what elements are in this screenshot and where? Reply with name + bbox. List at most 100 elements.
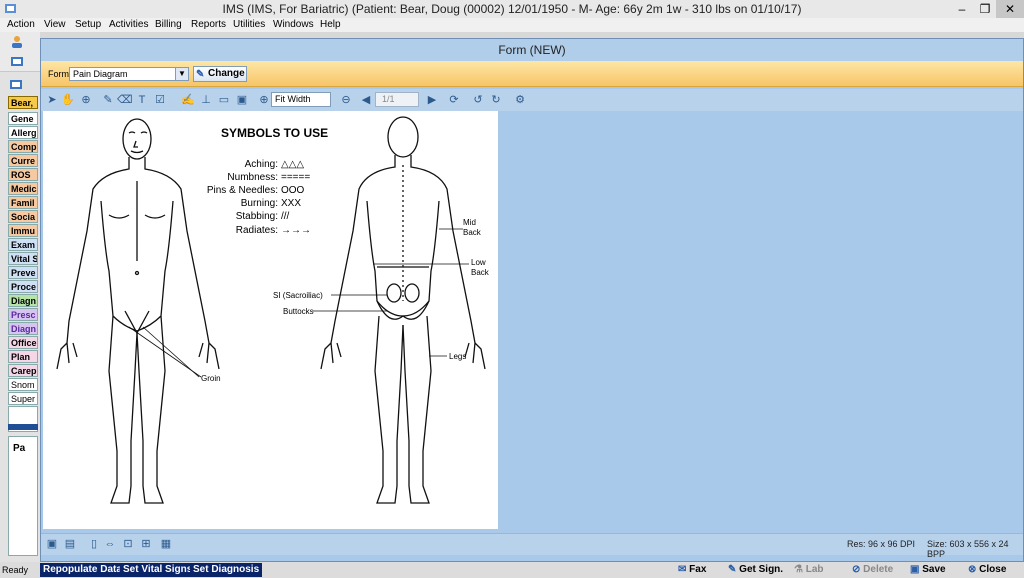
nav-superbill[interactable]: Super bbox=[8, 392, 38, 405]
columns-icon[interactable]: ▦ bbox=[159, 537, 173, 551]
ready-status: Ready bbox=[2, 565, 29, 575]
set-diagnosis-button[interactable]: Set Diagnosis bbox=[190, 563, 263, 577]
nav-allergies[interactable]: Allerg bbox=[8, 126, 38, 139]
single-page-icon[interactable]: ▯ bbox=[87, 537, 101, 551]
menu-windows[interactable]: Windows bbox=[273, 18, 314, 32]
zoom-in-icon[interactable]: ⊕ bbox=[257, 93, 271, 107]
close-form-button[interactable]: ⊗ Close bbox=[968, 563, 1006, 577]
marker-tool-icon[interactable]: ✎ bbox=[101, 93, 115, 107]
nav-preventive[interactable]: Preve bbox=[8, 266, 38, 279]
symbol-burning-glyph: XXX bbox=[281, 198, 301, 209]
open-chart-icon[interactable] bbox=[10, 54, 24, 71]
thumbnail-icon[interactable]: ▣ bbox=[45, 537, 59, 551]
image-tool-icon[interactable]: ▣ bbox=[235, 93, 249, 107]
close-circle-icon: ⊗ bbox=[968, 564, 977, 575]
pencil-icon: ✎ bbox=[196, 69, 205, 80]
nav-medical[interactable]: Medic bbox=[8, 182, 38, 195]
grid-icon[interactable]: ⊞ bbox=[139, 537, 153, 551]
nav-family[interactable]: Famil bbox=[8, 196, 38, 209]
rotate-right-icon[interactable]: ↻ bbox=[489, 93, 503, 107]
get-sign-button[interactable]: ✎ Get Sign. bbox=[728, 563, 783, 577]
pointer-tool-icon[interactable]: ➤ bbox=[45, 93, 59, 107]
nav-procedures[interactable]: Proce bbox=[8, 280, 38, 293]
nav-careplan[interactable]: Carep bbox=[8, 364, 38, 377]
nav-snomed[interactable]: Snom bbox=[8, 378, 38, 391]
menu-billing[interactable]: Billing bbox=[155, 18, 182, 32]
form-select-dropdown-icon[interactable]: ▼ bbox=[175, 68, 188, 80]
form-selector-bar: Form: Pain Diagram ▼ ✎ Change bbox=[41, 61, 1023, 87]
restore-button[interactable]: ❐ bbox=[974, 0, 996, 18]
lab-button[interactable]: ⚗ Lab bbox=[794, 563, 824, 577]
text-tool-icon[interactable]: T bbox=[135, 93, 149, 107]
delete-button[interactable]: ⊘ Delete bbox=[852, 563, 893, 577]
zoom-rect-icon[interactable]: ⊕ bbox=[79, 93, 93, 107]
form-field-icon[interactable]: ▭ bbox=[217, 93, 231, 107]
menu-action[interactable]: Action bbox=[7, 18, 35, 32]
patient-tab[interactable]: Bear, bbox=[8, 96, 38, 109]
body-region-labels: Mid Back Low Back SI (Sacroiliac) Buttoc… bbox=[201, 218, 490, 383]
next-page-icon[interactable]: ▶ bbox=[425, 93, 439, 107]
menu-utilities[interactable]: Utilities bbox=[233, 18, 265, 32]
change-button[interactable]: ✎ Change bbox=[193, 66, 247, 82]
front-body-figure bbox=[56, 118, 220, 504]
save-button[interactable]: ▣ Save bbox=[910, 563, 946, 577]
rotate-left-icon[interactable]: ↺ bbox=[471, 93, 485, 107]
nav-current[interactable]: Curre bbox=[8, 154, 38, 167]
resolution-info: Res: 96 x 96 DPI bbox=[847, 539, 916, 549]
minimize-button[interactable]: – bbox=[950, 0, 974, 18]
refresh-icon[interactable]: ⟳ bbox=[447, 93, 461, 107]
symbol-numbness-glyph: ===== bbox=[281, 172, 310, 183]
nav-general[interactable]: Gene bbox=[8, 112, 38, 125]
label-mid-back-1: Mid bbox=[463, 218, 476, 227]
repopulate-data-button[interactable]: Repopulate Data bbox=[40, 563, 125, 577]
nav-diagnosis[interactable]: Diagn bbox=[8, 294, 38, 307]
symbol-stabbing-glyph: /// bbox=[281, 211, 290, 222]
nav-prescriptions[interactable]: Presc bbox=[8, 308, 38, 321]
lower-panel-item[interactable]: Pa bbox=[13, 443, 25, 454]
fit-page-icon[interactable]: ⊡ bbox=[121, 537, 135, 551]
signature-tool-icon[interactable]: ✍ bbox=[181, 93, 195, 107]
nav-diagnostics[interactable]: Diagn bbox=[8, 322, 38, 335]
label-low-back-2: Back bbox=[471, 268, 490, 277]
previous-page-icon[interactable]: ◀ bbox=[359, 93, 373, 107]
size-info: Size: 603 x 556 x 24 BPP bbox=[927, 539, 1009, 559]
nav-social[interactable]: Socia bbox=[8, 210, 38, 223]
menu-help[interactable]: Help bbox=[320, 18, 341, 32]
fax-label: Fax bbox=[689, 564, 707, 575]
fax-button[interactable]: ✉ Fax bbox=[678, 563, 706, 577]
document-canvas[interactable]: SYMBOLS TO USE Aching: △△△ Numbness: ===… bbox=[43, 111, 498, 529]
nav-vital-signs[interactable]: Vital S bbox=[8, 252, 38, 265]
menu-activities[interactable]: Activities bbox=[109, 18, 148, 32]
close-button[interactable]: ✕ bbox=[996, 0, 1024, 18]
checkmark-tool-icon[interactable]: ☑ bbox=[153, 93, 167, 107]
hand-tool-icon[interactable]: ✋ bbox=[61, 93, 75, 107]
set-vital-signs-button[interactable]: Set Vital Signs bbox=[120, 563, 196, 577]
stamp-tool-icon[interactable]: ⊥ bbox=[199, 93, 213, 107]
patient-nav-panel: Bear, Gene Allerg Comp Curre ROS Medic F… bbox=[0, 72, 40, 562]
nav-ros[interactable]: ROS bbox=[8, 168, 38, 181]
settings-icon[interactable]: ⚙ bbox=[513, 93, 527, 107]
menu-setup[interactable]: Setup bbox=[75, 18, 101, 32]
back-body-figure bbox=[320, 116, 486, 504]
fit-width-icon[interactable]: ⇔ bbox=[103, 537, 117, 551]
eraser-tool-icon[interactable]: ⌫ bbox=[117, 93, 133, 107]
nav-exam[interactable]: Exam bbox=[8, 238, 38, 251]
menu-reports[interactable]: Reports bbox=[191, 18, 226, 32]
label-mid-back-2: Back bbox=[463, 228, 482, 237]
document-status-bar: ▣ ▤ ▯ ⇔ ⊡ ⊞ ▦ Res: 96 x 96 DPI Size: 603… bbox=[41, 533, 1023, 559]
nav-immunizations[interactable]: Immu bbox=[8, 224, 38, 237]
pain-diagram: SYMBOLS TO USE Aching: △△△ Numbness: ===… bbox=[56, 116, 490, 504]
zoom-select[interactable]: Fit Width bbox=[271, 92, 331, 107]
page-view-icon[interactable]: ▤ bbox=[63, 537, 77, 551]
nav-complaints[interactable]: Comp bbox=[8, 140, 38, 153]
menu-view[interactable]: View bbox=[44, 18, 66, 32]
zoom-out-icon[interactable]: ⊖ bbox=[339, 93, 353, 107]
form-select[interactable]: Pain Diagram bbox=[69, 67, 189, 81]
nav-office[interactable]: Office bbox=[8, 336, 38, 349]
page-indicator[interactable]: 1/1 bbox=[375, 92, 419, 107]
nav-plan[interactable]: Plan bbox=[8, 350, 38, 363]
chart-icon bbox=[10, 78, 24, 93]
user-icon[interactable] bbox=[10, 35, 24, 52]
fax-icon: ✉ bbox=[678, 564, 687, 575]
symbol-numbness-label: Numbness: bbox=[227, 172, 278, 183]
